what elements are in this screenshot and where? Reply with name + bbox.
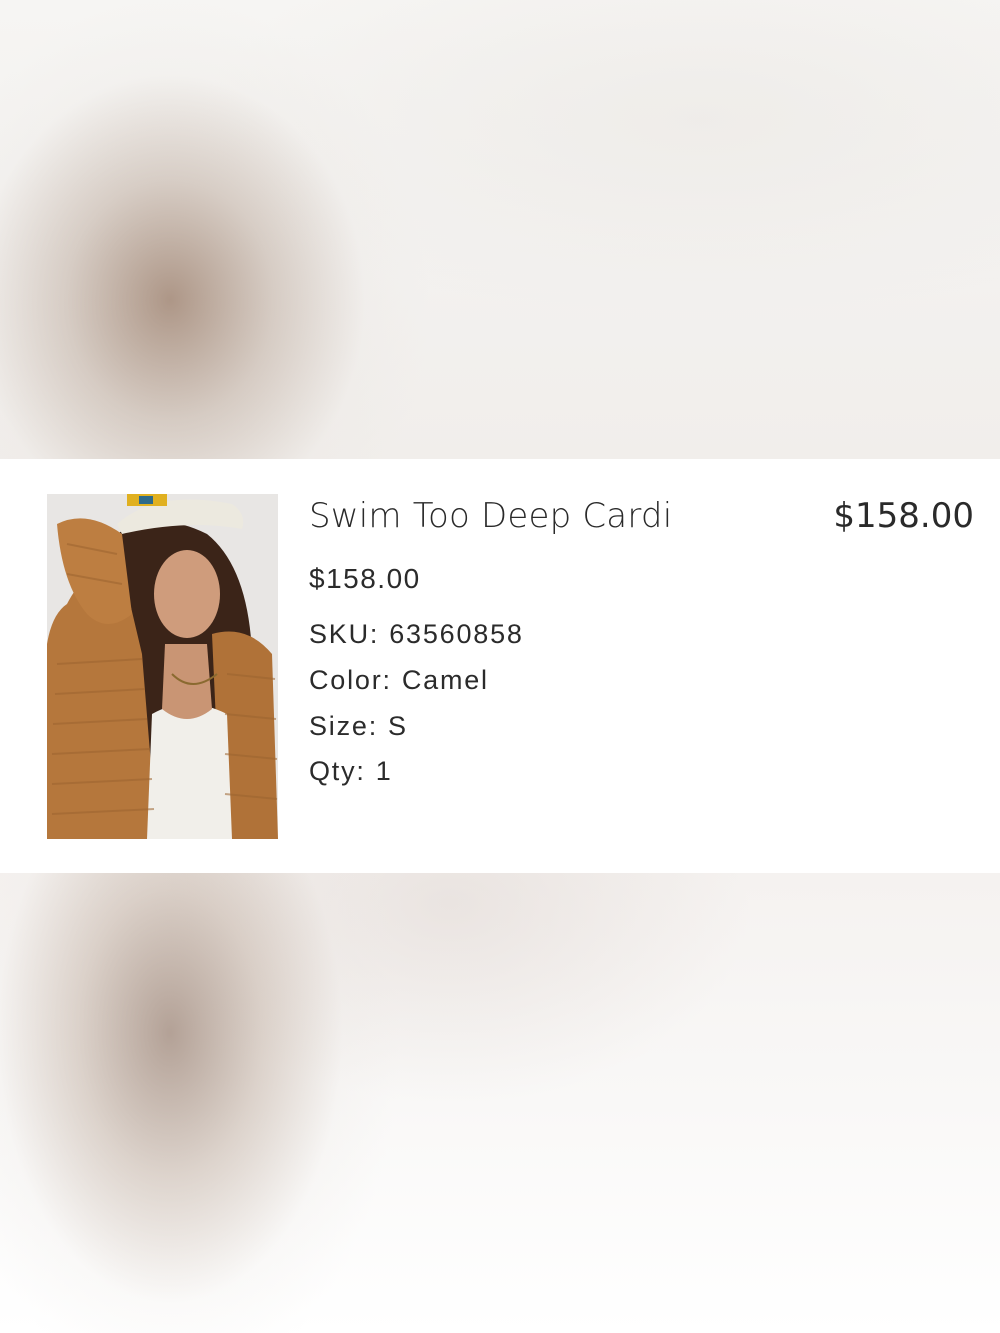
qty-row: Qty: 1 bbox=[309, 756, 393, 787]
blurred-background-top bbox=[0, 0, 1000, 459]
size-row: Size: S bbox=[309, 711, 408, 742]
sku-row: SKU: 63560858 bbox=[309, 619, 524, 650]
sku-value: 63560858 bbox=[389, 619, 524, 649]
product-title[interactable]: Swim Too Deep Cardi bbox=[309, 496, 672, 536]
color-row: Color: Camel bbox=[309, 665, 489, 696]
order-item-card: Swim Too Deep Cardi $158.00 $158.00 SKU:… bbox=[0, 459, 1000, 873]
qty-value: 1 bbox=[375, 756, 393, 786]
blurred-background-bottom bbox=[0, 873, 1000, 1333]
color-value: Camel bbox=[401, 665, 489, 695]
line-total-price: $158.00 bbox=[833, 496, 974, 536]
unit-price: $158.00 bbox=[309, 563, 421, 594]
color-label: Color: bbox=[309, 665, 392, 695]
size-label: Size: bbox=[309, 711, 379, 741]
product-image[interactable] bbox=[47, 494, 278, 839]
size-value: S bbox=[388, 711, 408, 741]
sku-label: SKU: bbox=[309, 619, 380, 649]
page: Swim Too Deep Cardi $158.00 $158.00 SKU:… bbox=[0, 0, 1000, 1333]
product-photo bbox=[47, 494, 278, 839]
qty-label: Qty: bbox=[309, 756, 366, 786]
